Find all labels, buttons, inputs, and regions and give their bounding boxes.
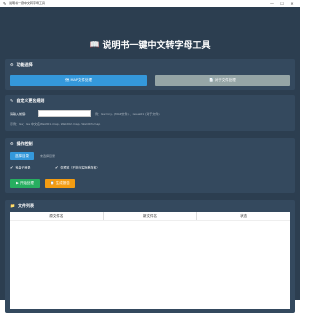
edit-icon: ✎	[10, 98, 14, 103]
app-window: ✎ 说明书一键中文转字母工具 — ☐ ✕ 📖 说明书一键中文转字母工具 ⚙ 功能选择…	[0, 0, 300, 313]
map-file-button-label: MAP文件处理	[70, 78, 93, 82]
report-icon: 📋	[50, 181, 55, 185]
column-new-name[interactable]: 新文件名	[103, 212, 198, 221]
example-text: 示例：Iss：Iss 中文名Weld01.map, Weld02.map, We…	[10, 122, 101, 126]
app-body: 📖 说明书一键中文转字母工具 ⚙ 功能选择 🗺 MAP文件处理 📄 对于文件处理 ✎…	[0, 7, 300, 313]
feather-icon: ✎	[3, 1, 7, 6]
custom-rule-panel: ✎ 自定义更名规则 请输入前缀: 例：Iss=iny, (MAP文件) 、issu…	[5, 95, 295, 131]
mode-panel: ⚙ 功能选择 🗺 MAP文件处理 📄 对于文件处理	[5, 59, 295, 90]
file-list-table[interactable]: 原文件名 新文件名 状态	[10, 212, 290, 309]
custom-rule-title-text: 自定义更名规则	[16, 98, 45, 103]
select-directory-button[interactable]: 选择目录	[10, 152, 34, 160]
preview-only-option[interactable]: ✔ 仅预览（不执行实际重命名）	[55, 165, 99, 170]
settings-icon: ⚙	[10, 62, 14, 67]
generate-report-label: 生成报告	[55, 181, 70, 185]
include-subdir-label: 包含子目录	[15, 165, 31, 170]
close-button[interactable]: ✕	[288, 0, 296, 7]
settings-icon: ⚙	[10, 141, 14, 146]
mode-title-text: 功能选择	[16, 62, 33, 67]
column-status[interactable]: 状态	[196, 212, 290, 221]
column-original-name[interactable]: 原文件名	[10, 212, 104, 221]
operations-title-text: 操作控制	[16, 141, 33, 146]
window-title: 说明书一键中文转字母工具	[9, 1, 46, 5]
map-file-button[interactable]: 🗺 MAP文件处理	[10, 75, 147, 86]
include-subdir-option[interactable]: ✔ 包含子目录	[10, 165, 30, 170]
folder-icon: 📁	[10, 203, 15, 208]
file-list-panel: 📁 文件列表 原文件名 新文件名 状态	[5, 200, 295, 313]
start-process-label: 开始处理	[19, 181, 34, 185]
generate-report-button[interactable]: 📋 生成报告	[45, 179, 75, 188]
prefix-input[interactable]	[38, 110, 91, 117]
custom-rule-panel-title: ✎ 自定义更名规则	[10, 98, 44, 104]
window-titlebar: ✎ 说明书一键中文转字母工具 — ☐ ✕	[0, 0, 300, 7]
mode-panel-title: ⚙ 功能选择	[10, 62, 33, 68]
file-icon: 📄	[209, 78, 214, 82]
directory-status: 未选择目录	[40, 154, 56, 158]
start-process-button[interactable]: ▶ 开始处理	[10, 179, 40, 188]
file-list-title-text: 文件列表	[17, 203, 34, 208]
app-title: 说明书一键中文转字母工具	[102, 41, 211, 51]
minimize-button[interactable]: —	[268, 0, 276, 7]
app-header: 📖 说明书一键中文转字母工具	[0, 7, 300, 52]
checkbox-checked-icon[interactable]: ✔	[10, 165, 13, 170]
maximize-button[interactable]: ☐	[278, 0, 286, 7]
operations-panel: ⚙ 操作控制 选择目录 未选择目录 ✔ 包含子目录 ✔ 仅预览（不执行实际重命名） ▶…	[5, 138, 295, 193]
prefix-hint: 例：Iss=iny, (MAP文件) 、issue01 (对于文件)	[95, 112, 160, 116]
prefix-label: 请输入前缀:	[10, 112, 27, 116]
checkbox-checked-icon[interactable]: ✔	[55, 165, 58, 170]
other-file-button[interactable]: 📄 对于文件处理	[155, 75, 290, 86]
operations-panel-title: ⚙ 操作控制	[10, 141, 33, 147]
table-header-row: 原文件名 新文件名 状态	[10, 212, 290, 221]
play-icon: ▶	[16, 181, 19, 185]
book-icon: 📖	[89, 40, 100, 49]
other-file-button-label: 对于文件处理	[214, 78, 236, 82]
file-list-panel-title: 📁 文件列表	[10, 203, 34, 209]
preview-only-label: 仅预览（不执行实际重命名）	[60, 165, 100, 170]
map-icon: 🗺	[64, 78, 70, 82]
